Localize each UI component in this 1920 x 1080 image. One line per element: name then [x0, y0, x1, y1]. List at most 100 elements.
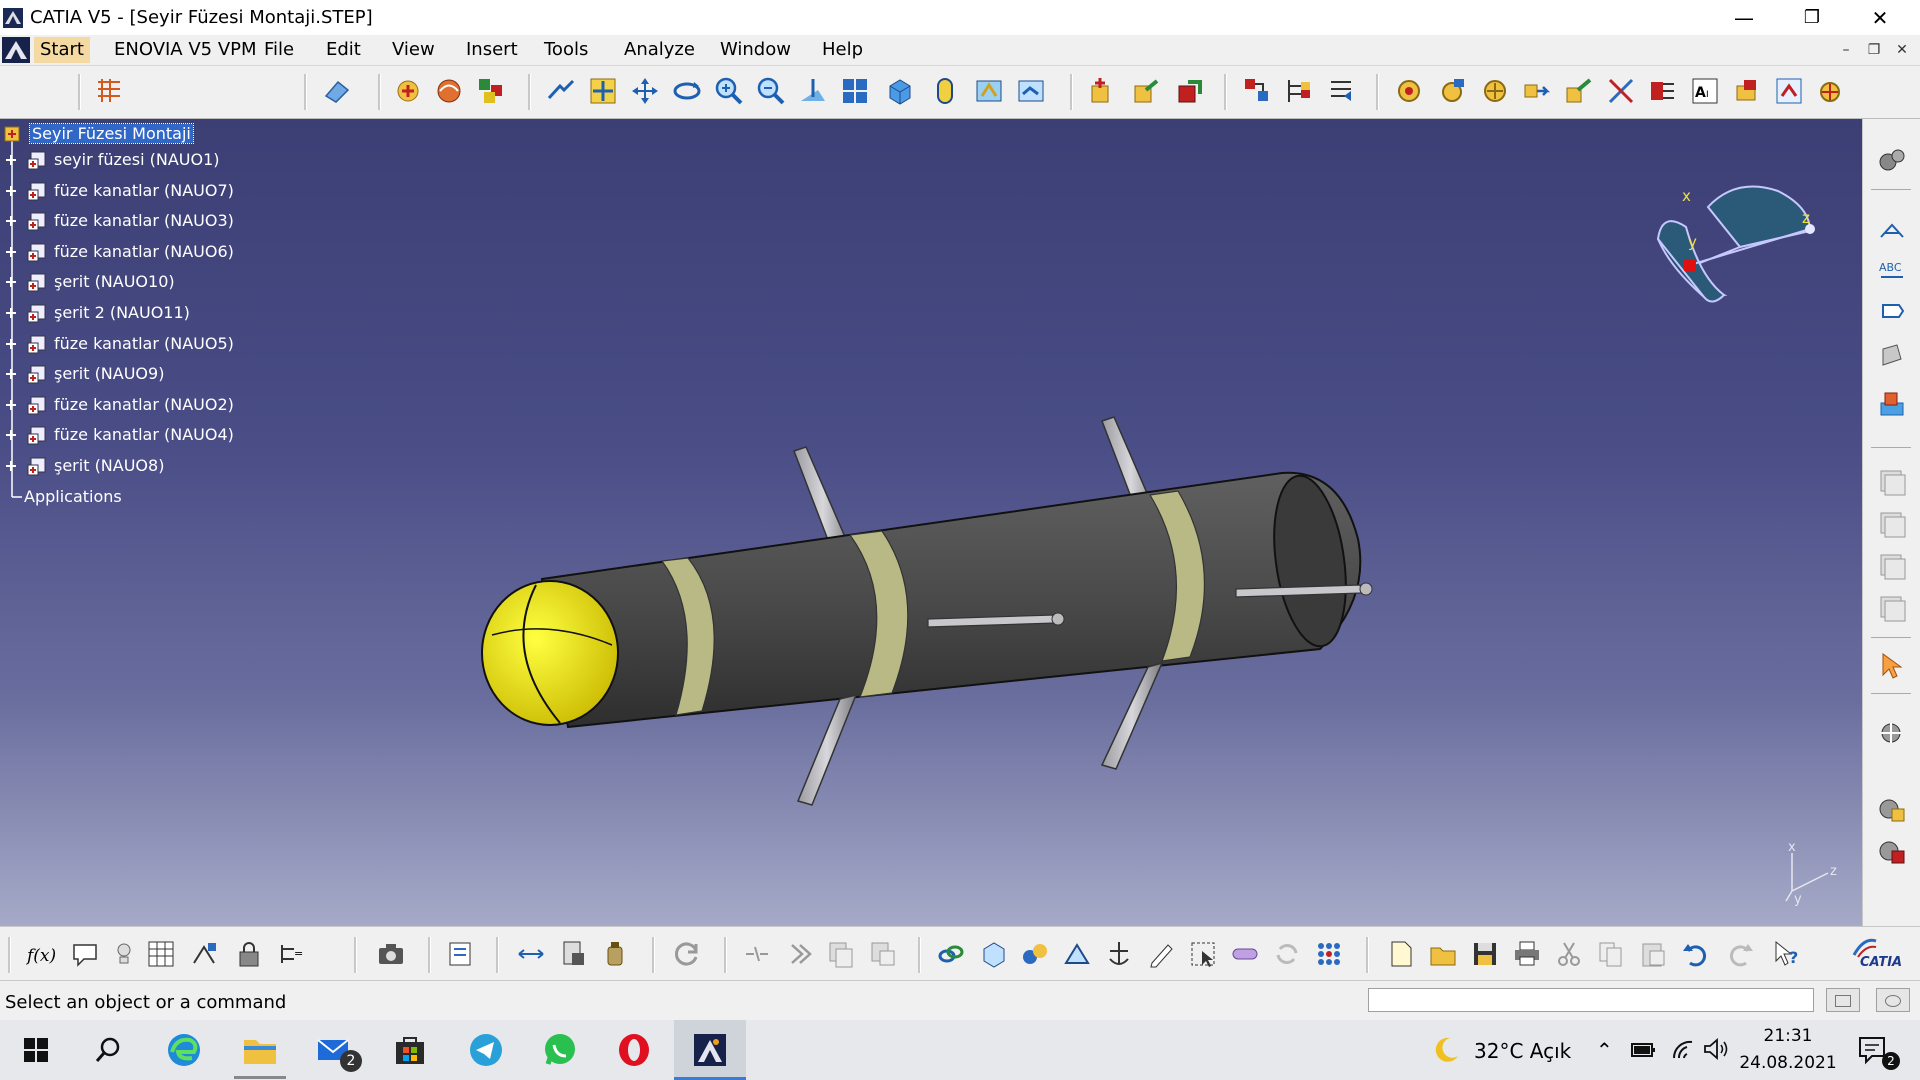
- tray-chevron-up-icon[interactable]: ⌃: [1596, 1038, 1613, 1062]
- cut-icon[interactable]: [1554, 939, 1584, 969]
- generative-icon[interactable]: [1877, 837, 1907, 867]
- tree-item-label[interactable]: şerit (NAUO10): [54, 272, 175, 291]
- fly-mode-icon[interactable]: [546, 76, 576, 106]
- analysis-report-icon[interactable]: [558, 939, 588, 969]
- tree-item-label[interactable]: şerit (NAUO9): [54, 364, 164, 383]
- telegram-icon[interactable]: [466, 1030, 506, 1070]
- angle-constraint-icon[interactable]: [1732, 76, 1762, 106]
- zoom-out-icon[interactable]: [756, 76, 786, 106]
- fast-multi-instantiation-icon[interactable]: [476, 76, 506, 106]
- grid-snap-icon[interactable]: [94, 76, 124, 106]
- menu-start[interactable]: Start: [34, 37, 90, 63]
- clock-date[interactable]: 24.08.2021: [1738, 1053, 1838, 1073]
- tree-item-label[interactable]: şerit 2 (NAUO11): [54, 303, 190, 322]
- shading-icon[interactable]: [930, 76, 960, 106]
- link-icon[interactable]: [936, 939, 966, 969]
- search-icon[interactable]: [88, 1030, 128, 1070]
- tree-item-label[interactable]: füze kanatlar (NAUO3): [54, 211, 234, 230]
- new-file-icon[interactable]: [1386, 939, 1416, 969]
- opera-browser-icon[interactable]: [614, 1030, 654, 1070]
- tree-applications[interactable]: Applications: [24, 487, 122, 506]
- battery-icon[interactable]: [1630, 1040, 1658, 1060]
- smart-move-icon[interactable]: [1480, 76, 1510, 106]
- catalog-editor-icon[interactable]: [446, 939, 476, 969]
- assembly-design-icon[interactable]: [1020, 939, 1050, 969]
- tree-item-label[interactable]: füze kanatlar (NAUO2): [54, 395, 234, 414]
- weather-status[interactable]: 32°C Açık: [1474, 1039, 1571, 1063]
- undo-icon[interactable]: [1680, 939, 1710, 969]
- tree-item[interactable]: şerit (NAUO9): [0, 361, 250, 387]
- scene-4-icon[interactable]: [1877, 593, 1907, 623]
- capture-camera-icon[interactable]: [376, 939, 406, 969]
- sectioning-icon[interactable]: [1877, 389, 1907, 419]
- tree-item[interactable]: seyir füzesi (NAUO1): [0, 147, 250, 173]
- catia-start-logo-icon[interactable]: [2, 37, 30, 63]
- next-icon[interactable]: [786, 939, 816, 969]
- menu-view[interactable]: View: [386, 37, 441, 63]
- offset-constraint-icon[interactable]: AI: [1690, 76, 1720, 106]
- design-table-icon[interactable]: [146, 939, 176, 969]
- graph-tree-reordering-icon[interactable]: [1284, 76, 1314, 106]
- pan-icon[interactable]: [630, 76, 660, 106]
- pipes-icon[interactable]: [1230, 939, 1260, 969]
- sketcher-icon[interactable]: [1877, 719, 1907, 749]
- comment-icon[interactable]: [70, 939, 100, 969]
- menu-edit[interactable]: Edit: [320, 37, 367, 63]
- expand-plus-icon[interactable]: [6, 246, 16, 257]
- copy-icon[interactable]: [1596, 939, 1626, 969]
- doc-minimize-button[interactable]: –: [1836, 40, 1856, 60]
- clock-time[interactable]: 21:31: [1738, 1026, 1838, 1046]
- menu-enovia[interactable]: ENOVIA V5 VPM: [108, 37, 263, 63]
- missile-3d-model[interactable]: [440, 279, 1400, 839]
- explode-icon[interactable]: [1522, 76, 1552, 106]
- lock-icon[interactable]: [234, 939, 264, 969]
- menu-file[interactable]: File: [258, 37, 300, 63]
- new-part-icon[interactable]: [1174, 76, 1204, 106]
- tree-item-label[interactable]: füze kanatlar (NAUO6): [54, 242, 234, 261]
- clash-icon[interactable]: [1877, 341, 1907, 371]
- scene-3-icon[interactable]: [1877, 551, 1907, 581]
- tree-root-label[interactable]: Seyir Füzesi Montaji: [29, 123, 194, 144]
- law-icon[interactable]: [190, 939, 220, 969]
- select-arrow-icon[interactable]: [1877, 651, 1907, 681]
- scene-1-icon[interactable]: [1877, 467, 1907, 497]
- distance-analysis-icon[interactable]: [516, 939, 546, 969]
- expand-plus-icon[interactable]: [6, 369, 16, 380]
- refresh-icon[interactable]: [672, 939, 702, 969]
- stop-manipulate-on-clash-icon[interactable]: [1564, 76, 1594, 106]
- part-design-icon[interactable]: [978, 939, 1008, 969]
- pencil-icon[interactable]: [1146, 939, 1176, 969]
- coincidence-constraint-icon[interactable]: [1606, 76, 1636, 106]
- hide-show-icon[interactable]: [974, 76, 1004, 106]
- multi-view-icon[interactable]: [840, 76, 870, 106]
- catalog-icon[interactable]: [1877, 795, 1907, 825]
- manipulation-icon[interactable]: [1394, 76, 1424, 106]
- catalog-browser-icon[interactable]: [434, 76, 464, 106]
- redo-icon[interactable]: [1726, 939, 1756, 969]
- selection-trap-icon[interactable]: [1188, 939, 1218, 969]
- status-bar-button-2[interactable]: [1876, 988, 1910, 1012]
- menu-window[interactable]: Window: [714, 37, 797, 63]
- swap-visible-space-icon[interactable]: [1016, 76, 1046, 106]
- tree-item[interactable]: füze kanatlar (NAUO5): [0, 331, 250, 357]
- expand-plus-icon[interactable]: [6, 185, 16, 196]
- snap-icon[interactable]: [1438, 76, 1468, 106]
- cycle-icon[interactable]: [1272, 939, 1302, 969]
- menu-help[interactable]: Help: [816, 37, 869, 63]
- tree-item-label[interactable]: füze kanatlar (NAUO4): [54, 425, 234, 444]
- expand-plus-icon[interactable]: [6, 308, 16, 318]
- tree-item[interactable]: füze kanatlar (NAUO7): [0, 178, 250, 204]
- expand-plus-icon[interactable]: [6, 430, 16, 441]
- print-icon[interactable]: [1512, 939, 1542, 969]
- expand-plus-icon[interactable]: [6, 399, 16, 410]
- formula-icon[interactable]: f(x): [26, 939, 56, 969]
- edge-browser-icon[interactable]: [164, 1030, 204, 1070]
- isometric-view-icon[interactable]: [884, 76, 914, 106]
- expand-plus-icon[interactable]: [6, 216, 16, 227]
- zoom-in-icon[interactable]: [714, 76, 744, 106]
- insert-component-icon[interactable]: [394, 76, 424, 106]
- scene-2-icon[interactable]: [1877, 509, 1907, 539]
- update-icon[interactable]: [1816, 76, 1846, 106]
- windows-start-icon[interactable]: [16, 1030, 56, 1070]
- tree-item-label[interactable]: füze kanatlar (NAUO5): [54, 334, 234, 353]
